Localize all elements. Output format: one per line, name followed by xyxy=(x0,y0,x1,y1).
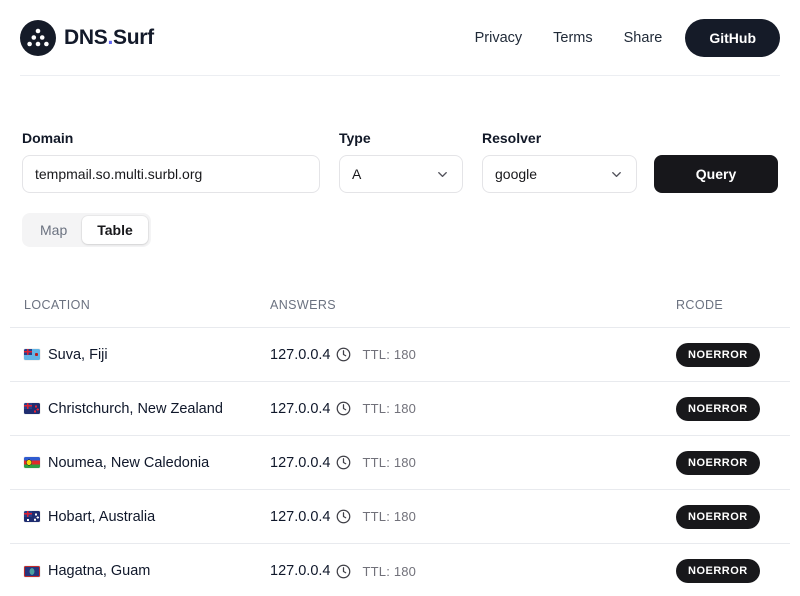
domain-label: Domain xyxy=(22,130,320,146)
rcode-badge: NOERROR xyxy=(676,397,760,421)
query-form: Domain Type A Resolver google Query xyxy=(22,130,778,193)
column-header-answers: ANSWERS xyxy=(270,298,676,312)
top-header: DNS.Surf Privacy Terms Share GitHub xyxy=(20,0,780,76)
table-row: Hagatna, Guam 127.0.0.4 TTL: 180 NOERROR xyxy=(10,544,790,596)
brand-title: DNS.Surf xyxy=(64,26,154,50)
country-flag-icon xyxy=(24,349,40,360)
chevron-down-icon xyxy=(609,167,624,182)
domain-field-group: Domain xyxy=(22,130,320,193)
type-select-value: A xyxy=(352,166,361,182)
type-select[interactable]: A xyxy=(339,155,463,193)
view-toggle: Map Table xyxy=(22,213,151,247)
rcode-cell: NOERROR xyxy=(676,397,776,421)
resolver-select[interactable]: google xyxy=(482,155,637,193)
rcode-badge: NOERROR xyxy=(676,343,760,367)
location-cell: Suva, Fiji xyxy=(24,347,270,363)
github-button[interactable]: GitHub xyxy=(685,19,780,57)
dns-surf-logo-icon xyxy=(20,20,56,56)
location-cell: Noumea, New Caledonia xyxy=(24,455,270,471)
nav-link-terms[interactable]: Terms xyxy=(553,30,592,46)
ttl-label: TTL: 180 xyxy=(362,455,416,470)
column-header-location: LOCATION xyxy=(24,298,270,312)
answers-cell: 127.0.0.4 TTL: 180 xyxy=(270,563,676,579)
domain-input[interactable] xyxy=(22,155,320,193)
type-label: Type xyxy=(339,130,463,146)
toggle-option-map[interactable]: Map xyxy=(25,216,82,244)
answer-ip: 127.0.0.4 xyxy=(270,347,330,363)
query-button[interactable]: Query xyxy=(654,155,778,193)
location-label: Hobart, Australia xyxy=(48,509,155,525)
chevron-down-icon xyxy=(435,167,450,182)
location-label: Christchurch, New Zealand xyxy=(48,401,223,417)
results-table: LOCATION ANSWERS RCODE Suva, Fiji 127.0.… xyxy=(10,282,790,596)
rcode-cell: NOERROR xyxy=(676,505,776,529)
answer-ip: 127.0.0.4 xyxy=(270,509,330,525)
country-flag-icon xyxy=(24,457,40,468)
location-label: Suva, Fiji xyxy=(48,347,108,363)
country-flag-icon xyxy=(24,403,40,414)
answer-ip: 127.0.0.4 xyxy=(270,455,330,471)
type-field-group: Type A xyxy=(339,130,463,193)
clock-icon xyxy=(336,564,351,579)
table-body: Suva, Fiji 127.0.0.4 TTL: 180 NOERROR Ch… xyxy=(10,328,790,596)
ttl-label: TTL: 180 xyxy=(362,347,416,362)
answers-cell: 127.0.0.4 TTL: 180 xyxy=(270,347,676,363)
resolver-field-group: Resolver google xyxy=(482,130,637,193)
nav-link-share[interactable]: Share xyxy=(624,30,663,46)
header-nav: Privacy Terms Share GitHub xyxy=(475,19,780,57)
clock-icon xyxy=(336,347,351,362)
table-row: Noumea, New Caledonia 127.0.0.4 TTL: 180… xyxy=(10,436,790,490)
toggle-option-table[interactable]: Table xyxy=(82,216,148,244)
clock-icon xyxy=(336,401,351,416)
answer-ip: 127.0.0.4 xyxy=(270,401,330,417)
table-row: Suva, Fiji 127.0.0.4 TTL: 180 NOERROR xyxy=(10,328,790,382)
answers-cell: 127.0.0.4 TTL: 180 xyxy=(270,401,676,417)
table-header-row: LOCATION ANSWERS RCODE xyxy=(10,282,790,328)
location-label: Noumea, New Caledonia xyxy=(48,455,209,471)
answer-ip: 127.0.0.4 xyxy=(270,563,330,579)
column-header-rcode: RCODE xyxy=(676,298,776,312)
ttl-label: TTL: 180 xyxy=(362,401,416,416)
ttl-label: TTL: 180 xyxy=(362,564,416,579)
answers-cell: 127.0.0.4 TTL: 180 xyxy=(270,455,676,471)
resolver-select-value: google xyxy=(495,166,537,182)
clock-icon xyxy=(336,509,351,524)
clock-icon xyxy=(336,455,351,470)
country-flag-icon xyxy=(24,566,40,577)
ttl-label: TTL: 180 xyxy=(362,509,416,524)
answers-cell: 127.0.0.4 TTL: 180 xyxy=(270,509,676,525)
rcode-cell: NOERROR xyxy=(676,451,776,475)
nav-link-privacy[interactable]: Privacy xyxy=(475,30,523,46)
location-cell: Christchurch, New Zealand xyxy=(24,401,270,417)
brand: DNS.Surf xyxy=(20,20,154,56)
location-cell: Hagatna, Guam xyxy=(24,563,270,579)
table-row: Christchurch, New Zealand 127.0.0.4 TTL:… xyxy=(10,382,790,436)
rcode-badge: NOERROR xyxy=(676,451,760,475)
rcode-cell: NOERROR xyxy=(676,559,776,583)
rcode-badge: NOERROR xyxy=(676,559,760,583)
country-flag-icon xyxy=(24,511,40,522)
rcode-badge: NOERROR xyxy=(676,505,760,529)
resolver-label: Resolver xyxy=(482,130,637,146)
rcode-cell: NOERROR xyxy=(676,343,776,367)
main-content: Domain Type A Resolver google Query Map … xyxy=(0,130,800,596)
location-cell: Hobart, Australia xyxy=(24,509,270,525)
table-row: Hobart, Australia 127.0.0.4 TTL: 180 NOE… xyxy=(10,490,790,544)
location-label: Hagatna, Guam xyxy=(48,563,150,579)
